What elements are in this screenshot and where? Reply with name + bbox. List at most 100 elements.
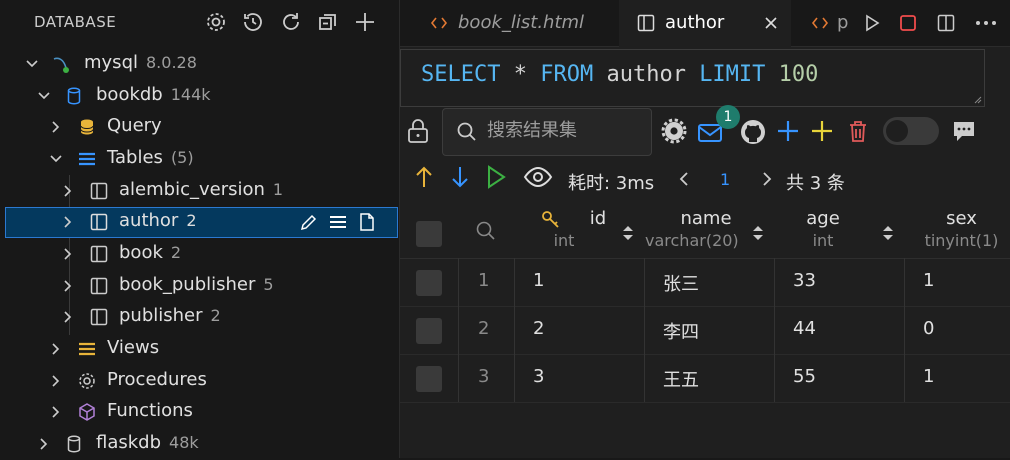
arrow-down-icon[interactable] xyxy=(448,164,472,190)
play-icon[interactable] xyxy=(484,164,508,190)
delete-icon[interactable] xyxy=(844,117,872,145)
cell-sex[interactable]: 1 xyxy=(905,258,1010,306)
cell-name[interactable]: 王五 xyxy=(645,354,775,402)
table-row[interactable]: 1 1 张三 33 1 xyxy=(400,258,1010,307)
row-checkbox[interactable] xyxy=(416,270,442,296)
column-header-name[interactable]: name varchar(20) xyxy=(645,206,775,259)
cell-value: 1 xyxy=(923,270,935,291)
previous-page-icon[interactable] xyxy=(677,171,691,187)
chevron-right-icon xyxy=(52,121,60,133)
tree-item-query[interactable]: Query xyxy=(0,112,399,143)
column-header-age[interactable]: age int xyxy=(775,206,905,259)
tree-label: alembic_version xyxy=(119,179,265,200)
tree-item-bookdb[interactable]: bookdb 144k xyxy=(0,81,399,112)
tables-count: (5) xyxy=(170,148,194,167)
select-all-checkbox[interactable] xyxy=(416,221,442,247)
edit-mode-toggle[interactable] xyxy=(883,117,939,145)
header-select-all[interactable] xyxy=(400,206,458,259)
cell-id[interactable]: 2 xyxy=(515,306,645,354)
editor-tab-bar: book_list.html author p xyxy=(400,0,1010,47)
list-icon[interactable] xyxy=(328,212,348,232)
tree-item-tables[interactable]: Tables (5) xyxy=(0,144,399,175)
chevron-down-icon xyxy=(26,60,38,68)
page-number[interactable]: 1 xyxy=(720,170,730,189)
table-icon xyxy=(90,182,108,200)
cell-sex[interactable]: 0 xyxy=(905,306,1010,354)
cell-age[interactable]: 44 xyxy=(775,306,905,354)
sort-icon[interactable] xyxy=(881,223,895,243)
row-select[interactable] xyxy=(400,306,459,354)
tree-label: flaskdb xyxy=(96,432,162,453)
chevron-right-icon xyxy=(64,185,72,197)
cell-name[interactable]: 李四 xyxy=(645,306,775,354)
more-actions-icon[interactable] xyxy=(974,13,998,33)
table-row[interactable]: 3 3 王五 55 1 xyxy=(400,354,1010,403)
column-header-sex[interactable]: sex tinyint(1) xyxy=(905,206,1010,259)
chevron-right-icon xyxy=(40,438,48,450)
table-item[interactable]: book 2 xyxy=(0,239,399,270)
collapse-all-icon[interactable] xyxy=(316,10,340,34)
add-connection-icon[interactable] xyxy=(353,10,377,34)
row-checkbox[interactable] xyxy=(416,366,442,392)
query-icon xyxy=(80,119,94,135)
arrow-up-icon[interactable] xyxy=(412,164,436,190)
cell-value: 33 xyxy=(793,270,816,291)
sort-icon[interactable] xyxy=(621,223,635,243)
column-header-id[interactable]: id int xyxy=(515,206,645,259)
comment-icon[interactable] xyxy=(950,117,978,145)
search-input[interactable] xyxy=(485,119,639,142)
table-icon xyxy=(637,14,655,32)
edit-icon[interactable] xyxy=(299,212,319,232)
row-checkbox[interactable] xyxy=(416,318,442,344)
eye-icon[interactable] xyxy=(523,166,553,188)
cell-id[interactable]: 1 xyxy=(515,258,645,306)
row-select[interactable] xyxy=(400,354,459,402)
search-icon xyxy=(457,122,476,141)
tree-item-mysql[interactable]: mysql 8.0.28 xyxy=(0,49,399,80)
sql-input[interactable]: SELECT * FROM author LIMIT 100 xyxy=(400,49,985,107)
close-icon[interactable] xyxy=(764,16,778,30)
table-item[interactable]: publisher 2 xyxy=(0,302,399,333)
tree-label: Tables xyxy=(107,147,163,168)
add-row-icon[interactable] xyxy=(774,117,802,145)
cell-name[interactable]: 张三 xyxy=(645,258,775,306)
sql-text[interactable]: SELECT * FROM author LIMIT 100 xyxy=(421,62,818,87)
cell-value: 0 xyxy=(923,318,935,339)
cell-id[interactable]: 3 xyxy=(515,354,645,402)
sql-keyword: LIMIT xyxy=(699,62,766,87)
settings-icon[interactable] xyxy=(204,10,228,34)
chevron-right-icon xyxy=(64,311,72,323)
row-select[interactable] xyxy=(400,258,459,306)
db-size: 144k xyxy=(170,85,211,104)
stop-icon[interactable] xyxy=(898,13,918,33)
tab-book-list[interactable]: book_list.html xyxy=(400,0,619,46)
github-icon[interactable] xyxy=(739,118,767,146)
cell-age[interactable]: 55 xyxy=(775,354,905,402)
cell-sex[interactable]: 1 xyxy=(905,354,1010,402)
history-icon[interactable] xyxy=(241,10,265,34)
cell-age[interactable]: 33 xyxy=(775,258,905,306)
table-item-selected[interactable]: author 2 xyxy=(5,207,398,238)
refresh-icon[interactable] xyxy=(279,10,303,34)
result-search[interactable] xyxy=(442,108,652,156)
tab-author[interactable]: author xyxy=(619,0,791,47)
tree-item-functions[interactable]: Functions xyxy=(0,397,399,428)
table-item[interactable]: book_publisher 5 xyxy=(0,271,399,302)
total-rows: 共 3 条 xyxy=(786,173,845,194)
tree-item-views[interactable]: Views xyxy=(0,334,399,365)
html-code-icon xyxy=(430,17,448,29)
table-row[interactable]: 2 2 李四 44 0 xyxy=(400,306,1010,355)
split-editor-icon[interactable] xyxy=(936,13,956,33)
new-file-icon[interactable] xyxy=(357,212,377,232)
add-icon[interactable] xyxy=(808,117,836,145)
lock-icon[interactable] xyxy=(406,117,430,145)
next-page-icon[interactable] xyxy=(760,171,774,187)
tree-item-procedures[interactable]: Procedures xyxy=(0,366,399,397)
filter-search-icon[interactable] xyxy=(475,220,497,242)
gear-icon[interactable] xyxy=(660,117,688,145)
run-icon[interactable] xyxy=(862,13,882,33)
tree-item-flaskdb[interactable]: flaskdb 48k xyxy=(0,429,399,460)
table-item[interactable]: alembic_version 1 xyxy=(0,176,399,207)
resize-handle-icon[interactable] xyxy=(972,94,982,104)
tab-p[interactable]: p xyxy=(791,0,851,46)
